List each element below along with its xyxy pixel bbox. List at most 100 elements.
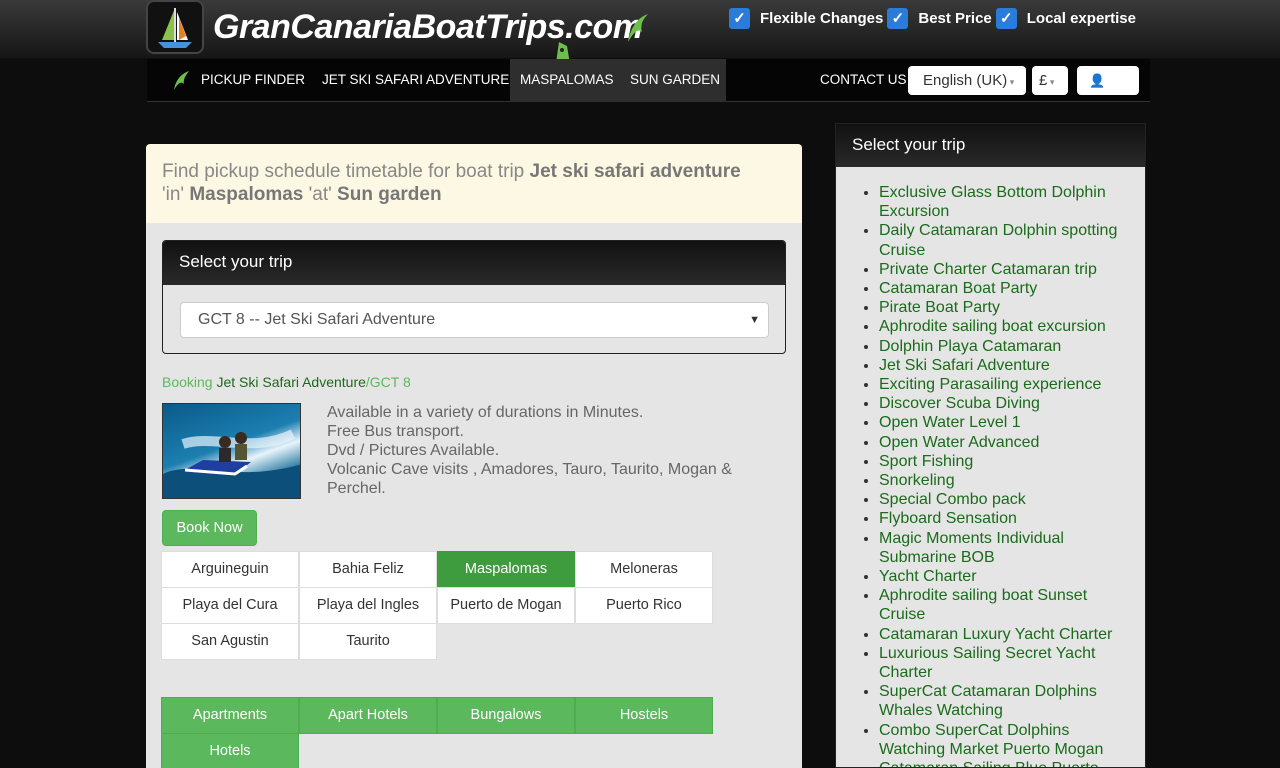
accommodation-hotels[interactable]: Hotels (161, 733, 299, 768)
trip-select-value: GCT 8 -- Jet Ski Safari Adventure (198, 311, 436, 328)
feature-label: Best Price (918, 10, 992, 27)
sidebar-trip-link[interactable]: Catamaran Luxury Yacht Charter (879, 626, 1112, 643)
sidebar-trip-link[interactable]: Sport Fishing (879, 453, 973, 470)
sidebar-trip-item: Aphrodite sailing boat excursion (879, 317, 1137, 336)
sidebar-trip-link[interactable]: Aphrodite sailing boat excursion (879, 318, 1106, 335)
breadcrumb: Booking Jet Ski Safari Adventure/GCT 8 (162, 374, 411, 390)
sidebar-trip-link[interactable]: Pirate Boat Party (879, 299, 1000, 316)
sidebar-trip-list: Select your trip Exclusive Glass Bottom … (835, 123, 1146, 768)
nav-pickup-finder[interactable]: PICKUP FINDER (201, 59, 305, 102)
sidebar-trip-item: Private Charter Catamaran trip (879, 260, 1137, 279)
sidebar-trip-link[interactable]: Flyboard Sensation (879, 510, 1017, 527)
trip-list: Exclusive Glass Bottom Dolphin Excursion… (836, 183, 1145, 767)
nav-sun-garden[interactable]: SUN GARDEN (619, 59, 726, 102)
accommodation-bungalows[interactable]: Bungalows (437, 697, 575, 734)
location-taurito[interactable]: Taurito (299, 623, 437, 660)
sidebar-trip-item: Exclusive Glass Bottom Dolphin Excursion (879, 183, 1137, 221)
banner-hotel: Sun garden (337, 184, 442, 205)
user-icon: 👤 (1089, 73, 1106, 88)
location-maspalomas[interactable]: Maspalomas (437, 551, 575, 588)
sidebar-trip-item: Exciting Parasailing experience (879, 375, 1137, 394)
sidebar-trip-item: Catamaran Sailing Blue Puerto (879, 759, 1137, 767)
currency-select[interactable]: £ ▾ (1032, 66, 1068, 95)
nav-jet-ski[interactable]: JET SKI SAFARI ADVENTURE (322, 59, 509, 102)
sidebar-trip-link[interactable]: Open Water Advanced (879, 434, 1039, 451)
sidebar-trip-item: Open Water Advanced (879, 433, 1137, 452)
sidebar-trip-item: Combo SuperCat Dolphins Watching Market … (879, 721, 1137, 759)
book-now-button[interactable]: Book Now (162, 510, 257, 546)
accommodation-apart-hotels[interactable]: Apart Hotels (299, 697, 437, 734)
location-bahia-feliz[interactable]: Bahia Feliz (299, 551, 437, 588)
sidebar-trip-link[interactable]: Private Charter Catamaran trip (879, 261, 1097, 278)
sidebar-trip-link[interactable]: Combo SuperCat Dolphins Watching Market … (879, 722, 1103, 758)
sidebar-trip-link[interactable]: Special Combo pack (879, 491, 1026, 508)
sidebar-trip-item: Sport Fishing (879, 452, 1137, 471)
main-nav: PICKUP FINDER JET SKI SAFARI ADVENTURE M… (147, 59, 1150, 102)
sailboat-logo-icon[interactable] (146, 0, 204, 54)
sidebar-trip-link[interactable]: Jet Ski Safari Adventure (879, 357, 1050, 374)
feature-local: ✓ Local expertise (995, 8, 1136, 29)
banner-in: 'in' (162, 184, 190, 205)
pickup-banner: Find pickup schedule timetable for boat … (146, 144, 802, 223)
description-line: Volcanic Cave visits , Amadores, Tauro, … (327, 461, 732, 497)
jet-ski-photo (162, 403, 301, 499)
sidebar-trip-item: Catamaran Luxury Yacht Charter (879, 625, 1137, 644)
sidebar-trip-item: Yacht Charter (879, 567, 1137, 586)
site-logo-text[interactable]: GranCanariaBoatTrips.com (213, 8, 643, 47)
sidebar-trip-item: Discover Scuba Diving (879, 394, 1137, 413)
sidebar-trip-link[interactable]: Aphrodite sailing boat Sunset Cruise (879, 587, 1087, 623)
sidebar-trip-item: Special Combo pack (879, 490, 1137, 509)
sidebar-trip-item: Jet Ski Safari Adventure (879, 356, 1137, 375)
sidebar-trip-link[interactable]: Open Water Level 1 (879, 414, 1021, 431)
sidebar-trip-item: Luxurious Sailing Secret Yacht Charter (879, 644, 1137, 682)
trip-description: Available in a variety of durations in M… (322, 403, 782, 498)
top-header: GranCanariaBoatTrips.com ✓ Flexible Chan… (0, 0, 1280, 74)
language-select[interactable]: English (UK) ▾ (908, 66, 1026, 95)
sidebar-trip-item: Pirate Boat Party (879, 298, 1137, 317)
sidebar-trip-item: Daily Catamaran Dolphin spotting Cruise (879, 221, 1137, 259)
sidebar-trip-item: Snorkeling (879, 471, 1137, 490)
contact-us-link[interactable]: CONTACT US (820, 59, 907, 101)
sidebar-trip-link[interactable]: Exclusive Glass Bottom Dolphin Excursion (879, 184, 1106, 220)
description-line: Available in a variety of durations in M… (327, 404, 644, 421)
location-arguineguin[interactable]: Arguineguin (161, 551, 299, 588)
accommodation-hostels[interactable]: Hostels (575, 697, 713, 734)
sidebar-trip-link[interactable]: Catamaran Boat Party (879, 280, 1037, 297)
checkbox-icon: ✓ (887, 8, 909, 29)
location-puerto-de-mogan[interactable]: Puerto de Mogan (437, 587, 575, 624)
location-puerto-rico[interactable]: Puerto Rico (575, 587, 713, 624)
location-meloneras[interactable]: Meloneras (575, 551, 713, 588)
location-playa-del-ingles[interactable]: Playa del Ingles (299, 587, 437, 624)
sidebar-trip-link[interactable]: Discover Scuba Diving (879, 395, 1040, 412)
location-san-agustin[interactable]: San Agustin (161, 623, 299, 660)
accommodation-apartments[interactable]: Apartments (161, 697, 299, 734)
location-playa-del-cura[interactable]: Playa del Cura (161, 587, 299, 624)
sidebar-trip-link[interactable]: Luxurious Sailing Secret Yacht Charter (879, 645, 1095, 681)
banner-location: Maspalomas (189, 184, 304, 205)
checkbox-icon: ✓ (995, 8, 1017, 29)
sidebar-trip-link[interactable]: Dolphin Playa Catamaran (879, 338, 1061, 355)
feature-list: ✓ Flexible Changes ✓ Best Price ✓ Local … (729, 8, 1140, 29)
sidebar-trip-link[interactable]: SuperCat Catamaran Dolphins Whales Watch… (879, 683, 1097, 719)
sidebar-trip-link[interactable]: Catamaran Sailing Blue Puerto (879, 760, 1099, 767)
nav-maspalomas[interactable]: MASPALOMAS (510, 59, 626, 102)
trip-select[interactable]: GCT 8 -- Jet Ski Safari Adventure ▼ (180, 302, 769, 338)
feature-label: Flexible Changes (760, 10, 884, 27)
user-account-button[interactable]: 👤 (1077, 66, 1139, 95)
checkbox-icon: ✓ (729, 8, 750, 29)
feature-label: Local expertise (1026, 10, 1136, 27)
chevron-down-icon: ▼ (749, 314, 760, 326)
sidebar-trip-link[interactable]: Snorkeling (879, 472, 955, 489)
trip-select-panel: Select your trip GCT 8 -- Jet Ski Safari… (162, 240, 786, 354)
sidebar-title: Select your trip (836, 124, 1145, 167)
sidebar-trip-link[interactable]: Magic Moments Individual Submarine BOB (879, 530, 1064, 566)
sidebar-trip-link[interactable]: Daily Catamaran Dolphin spotting Cruise (879, 222, 1117, 258)
dolphin-icon[interactable] (171, 69, 191, 91)
sidebar-trip-item: Magic Moments Individual Submarine BOB (879, 529, 1137, 567)
sidebar-trip-link[interactable]: Exciting Parasailing experience (879, 376, 1101, 393)
breadcrumb-booking: Booking (162, 374, 217, 390)
breadcrumb-code: /GCT 8 (365, 374, 411, 390)
panel-title: Select your trip (163, 241, 785, 285)
sidebar-trip-link[interactable]: Yacht Charter (879, 568, 977, 585)
breadcrumb-trip[interactable]: Jet Ski Safari Adventure (216, 374, 365, 390)
